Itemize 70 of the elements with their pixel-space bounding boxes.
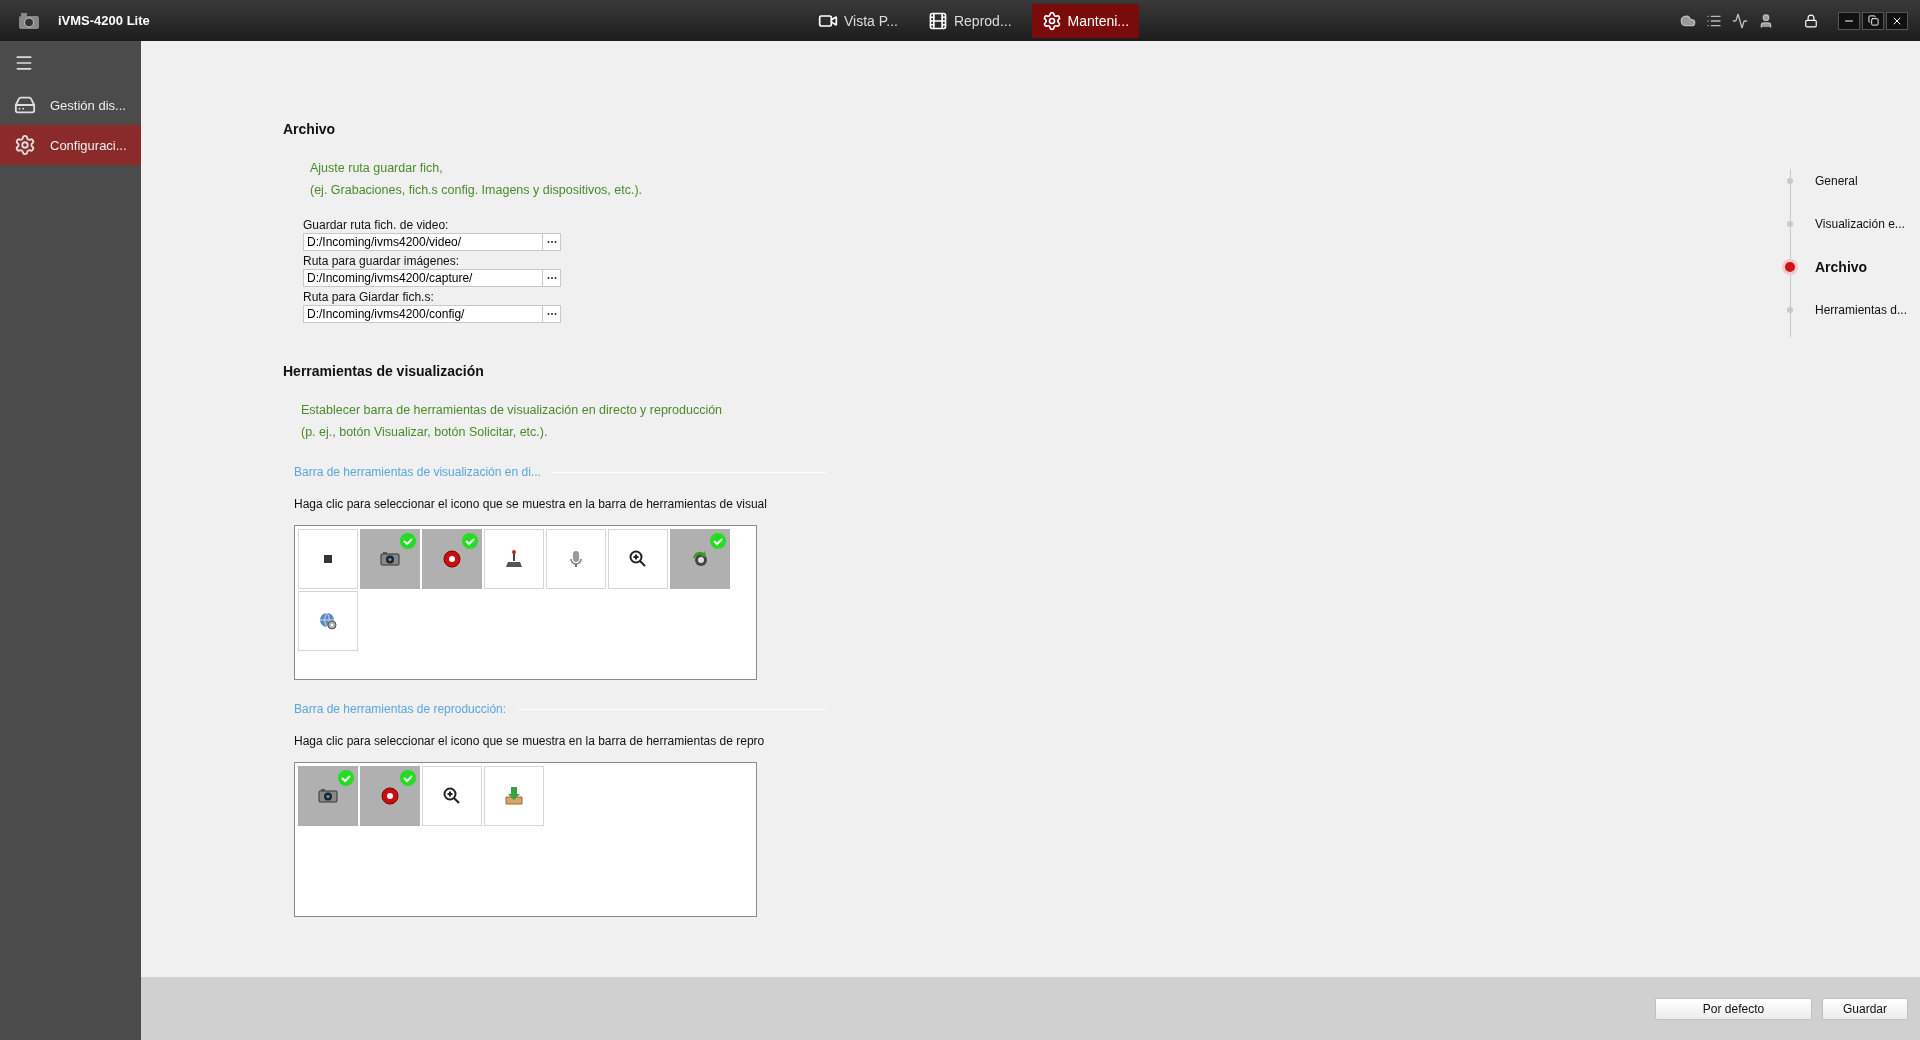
description-text: Establecer barra de herramientas de visualización en directo y reproducción (301, 402, 724, 419)
film-icon (927, 10, 948, 31)
browse-button[interactable] (543, 233, 561, 251)
globe-gear-icon (317, 610, 339, 632)
lock-icon[interactable] (1804, 13, 1818, 28)
close-button[interactable] (1886, 11, 1908, 30)
checkmark-icon (400, 533, 416, 549)
menu-icon[interactable] (14, 53, 34, 73)
toolbar-icon-tile[interactable] (670, 529, 730, 589)
toolbar-icon-tile[interactable] (422, 766, 482, 826)
sidebar-item[interactable]: Configuraci... (0, 125, 141, 165)
section-nav-link[interactable]: Archivo (1815, 258, 1868, 275)
description-text: Ajuste ruta guardar fich, (310, 160, 444, 177)
browse-button[interactable] (543, 305, 561, 323)
section-nav-link[interactable]: General (1815, 173, 1858, 188)
camera-logo-icon (18, 11, 40, 30)
path-field[interactable]: D:/Incoming/ivms4200/video/ (303, 233, 543, 251)
browse-button[interactable] (543, 269, 561, 287)
module-tab[interactable]: Reprod... (917, 3, 1022, 38)
description-text: (p. ej., botón Visualizar, botón Solicitar, etc.). (301, 424, 549, 441)
gear-icon (1041, 10, 1062, 31)
module-tab[interactable]: Vista P... (808, 3, 908, 38)
record-icon (441, 548, 463, 570)
toolbar-icon-tile[interactable] (298, 529, 358, 589)
save-button[interactable]: Guardar (1822, 997, 1908, 1020)
field-label: Ruta para Giardar fich.s: (303, 289, 435, 305)
instruction-text: Haga clic para seleccionar el icono que se muestra en la barra de herramientas de repro (294, 734, 766, 748)
checkmark-icon (338, 770, 354, 786)
description-text: (ej. Grabaciones, fich.s config. Imagens y dispositivos, etc.). (310, 182, 644, 199)
checkmark-icon (710, 533, 726, 549)
restore-button[interactable] (1862, 11, 1884, 30)
toolbar-icon-tile[interactable] (298, 591, 358, 651)
download-tray-icon (503, 785, 525, 807)
hard-drive-icon (14, 94, 36, 116)
record-icon (379, 785, 401, 807)
toolbar-icon-tile[interactable] (360, 529, 420, 589)
minimize-button[interactable] (1838, 11, 1860, 30)
toolbar-icon-tile[interactable] (298, 766, 358, 826)
toolbar-icon-tile[interactable] (608, 529, 668, 589)
subsection-title: Barra de herramientas de reproducción: (294, 702, 507, 716)
ellipsis-icon (546, 276, 557, 280)
ellipsis-icon (546, 312, 557, 316)
path-field[interactable]: D:/Incoming/ivms4200/config/ (303, 305, 543, 323)
default-button[interactable]: Por defecto (1655, 997, 1812, 1020)
section-nav-link[interactable]: Visualización e... (1815, 216, 1905, 231)
toolbar-icon-tile[interactable] (422, 529, 482, 589)
user-icon[interactable] (1758, 12, 1774, 29)
section-nav-link[interactable]: Herramientas d... (1815, 302, 1908, 317)
nav-dot-icon (1785, 261, 1795, 272)
field-label: Ruta para guardar imágenes: (303, 253, 461, 269)
sidebar-item[interactable]: Gestión dis... (0, 85, 141, 125)
toolbar-icon-tile[interactable] (360, 766, 420, 826)
ellipsis-icon (546, 240, 557, 244)
path-field[interactable]: D:/Incoming/ivms4200/capture/ (303, 269, 543, 287)
toolbar-icon-tile[interactable] (546, 529, 606, 589)
section-title: Herramientas de visualización (283, 363, 485, 379)
subsection-title: Barra de herramientas de visualización en di... (294, 465, 541, 479)
window-title: iVMS-4200 Lite (58, 13, 150, 28)
pulse-icon[interactable] (1732, 12, 1748, 29)
restore-icon (1867, 15, 1879, 26)
section-title: Archivo (283, 121, 337, 137)
joystick-icon (503, 548, 525, 570)
toolbar-icon-tile[interactable] (484, 529, 544, 589)
checkmark-icon (462, 533, 478, 549)
field-label: Guardar ruta fich. de video: (303, 217, 450, 233)
checkmark-icon (400, 770, 416, 786)
module-tab[interactable]: Manteni... (1031, 3, 1140, 38)
toolbar-icon-tile[interactable] (484, 766, 544, 826)
instruction-text: Haga clic para seleccionar el icono que se muestra en la barra de herramientas de visual (294, 497, 768, 511)
gear-icon (14, 134, 36, 156)
